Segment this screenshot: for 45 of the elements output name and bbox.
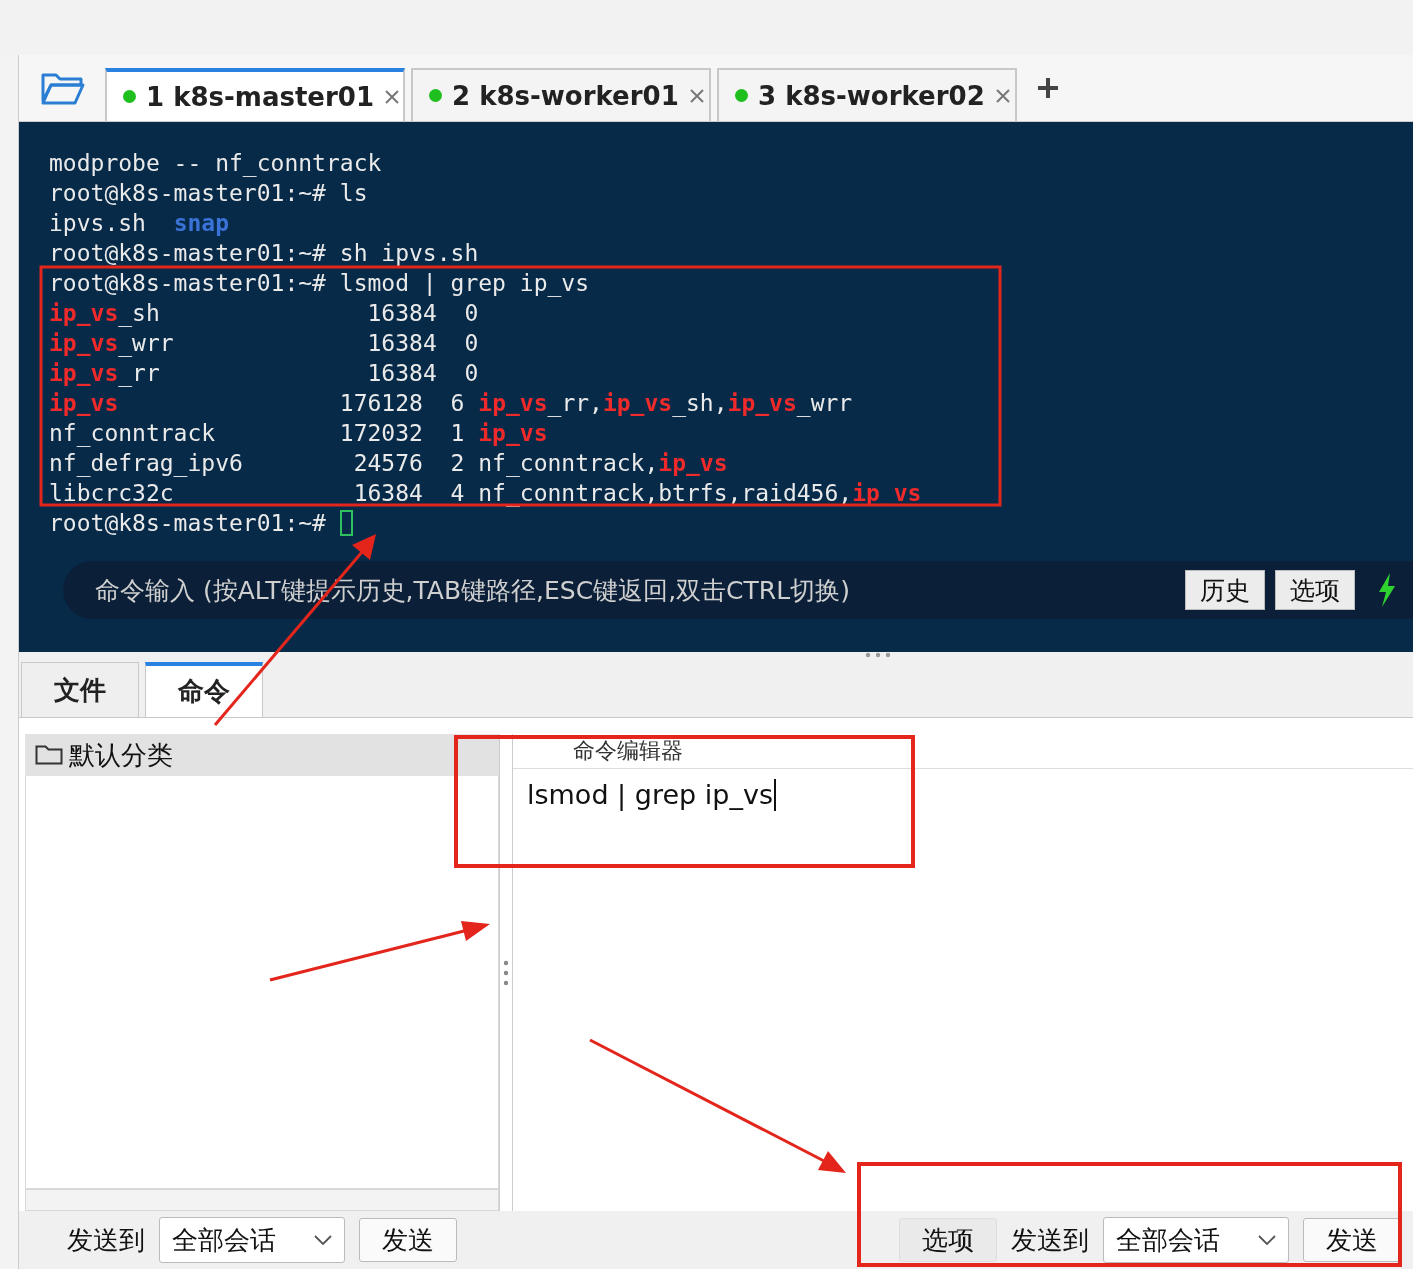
cursor-icon <box>339 510 353 536</box>
terminal-button[interactable]: 历史 <box>1185 570 1265 610</box>
plus-icon[interactable] <box>1037 77 1059 99</box>
session-tab[interactable]: 3 k8s-worker02 <box>717 68 1017 121</box>
folder-icon <box>35 744 63 766</box>
close-icon[interactable] <box>688 87 705 104</box>
terminal-line: root@k8s-master01:~# lsmod | grep ip_vs <box>49 269 591 298</box>
send-button[interactable]: 发送 <box>1303 1218 1401 1262</box>
target-select[interactable]: 全部会话 <box>1103 1217 1289 1263</box>
target-select[interactable]: 全部会话 <box>159 1217 345 1263</box>
tab-label: 2 k8s-worker01 <box>452 80 679 111</box>
command-editor[interactable]: lsmod | grep ip_vs <box>513 769 1413 1211</box>
chevron-down-icon <box>314 1235 332 1245</box>
panel-tab[interactable]: 命令 <box>145 662 263 717</box>
terminal-line: ip_vs_sh 16384 0 <box>49 299 480 328</box>
category-label: 默认分类 <box>69 738 173 772</box>
editor-title: 命令编辑器 <box>513 734 1413 769</box>
send-button[interactable]: 发送 <box>359 1218 457 1262</box>
session-tab[interactable]: 2 k8s-worker01 <box>411 68 711 121</box>
terminal-line: ip_vs 176128 6 ip_vs_rr,ip_vs_sh,ip_vs_wrr <box>49 389 854 418</box>
tab-label: 3 k8s-worker02 <box>758 80 985 111</box>
chevron-down-icon <box>1258 1235 1276 1245</box>
panel-tab[interactable]: 文件 <box>21 662 139 717</box>
category-item[interactable]: 默认分类 <box>25 734 499 776</box>
terminal-line: modprobe -- nf_conntrack <box>49 149 383 178</box>
terminal-line: ip_vs_rr 16384 0 <box>49 359 480 388</box>
lightning-icon[interactable] <box>1377 573 1397 607</box>
close-icon[interactable] <box>994 87 1011 104</box>
terminal-line: root@k8s-master01:~# <box>49 508 1413 538</box>
folder-icon[interactable] <box>41 71 85 105</box>
close-icon[interactable] <box>384 88 400 105</box>
session-tab[interactable]: 1 k8s-master01 <box>105 68 405 121</box>
send-to-label: 发送到 <box>1011 1223 1089 1257</box>
options-button[interactable]: 选项 <box>899 1218 997 1262</box>
terminal-line: root@k8s-master01:~# ls <box>49 179 369 208</box>
grip-icon[interactable] <box>864 652 892 658</box>
terminal-button[interactable]: 选项 <box>1275 570 1355 610</box>
terminal-line: root@k8s-master01:~# sh ipvs.sh <box>49 239 480 268</box>
terminal-line: ipvs.sh snap <box>49 209 230 238</box>
terminal-line: nf_defrag_ipv6 24576 2 nf_conntrack,ip_vs <box>49 449 729 478</box>
terminal-line: nf_conntrack 172032 1 ip_vs <box>49 419 549 448</box>
terminal-line: ip_vs_wrr 16384 0 <box>49 329 480 358</box>
send-to-label: 发送到 <box>67 1223 145 1257</box>
tab-label: 1 k8s-master01 <box>146 81 374 112</box>
grip-icon[interactable] <box>503 958 509 987</box>
